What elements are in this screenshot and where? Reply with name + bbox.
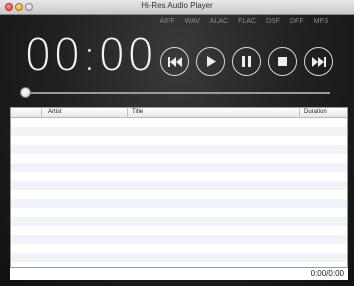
table-row[interactable]	[11, 154, 347, 163]
column-divider	[127, 108, 128, 117]
stop-icon	[278, 57, 287, 66]
format-flac: FLAC	[238, 18, 256, 25]
table-row[interactable]	[11, 136, 347, 145]
column-divider	[299, 108, 300, 117]
next-button[interactable]	[304, 47, 333, 76]
format-mp3: MP3	[313, 18, 328, 25]
skip-back-icon	[167, 56, 182, 67]
previous-button[interactable]	[160, 47, 189, 76]
title-bar: Hi-Res Audio Player	[0, 0, 354, 15]
pause-icon	[242, 56, 251, 67]
track-list	[11, 118, 347, 267]
table-row[interactable]	[11, 118, 347, 127]
transport-controls	[160, 47, 333, 76]
stop-button[interactable]	[268, 47, 297, 76]
format-dsf: DSF	[265, 18, 280, 25]
table-row[interactable]	[11, 190, 347, 199]
format-wav: WAV	[184, 18, 200, 25]
table-row[interactable]	[11, 208, 347, 217]
play-icon	[206, 56, 216, 67]
seek-slider-knob[interactable]	[20, 87, 31, 98]
table-row[interactable]	[11, 244, 347, 253]
column-header-duration[interactable]: Duration	[304, 109, 327, 115]
table-row[interactable]	[11, 163, 347, 172]
format-aiff: AIFF	[159, 18, 175, 25]
window-title: Hi-Res Audio Player	[141, 1, 213, 10]
table-row[interactable]	[11, 172, 347, 181]
format-alac: ALAC	[209, 18, 229, 25]
time-display: 00:00	[24, 30, 156, 81]
column-header-artist[interactable]: Artist	[48, 109, 62, 115]
seek-slider-track[interactable]	[25, 92, 330, 94]
format-list: AIFF WAV ALAC FLAC DSF DFF MP3	[159, 18, 328, 25]
skip-forward-icon	[311, 56, 326, 67]
table-row[interactable]	[11, 199, 347, 208]
column-divider	[41, 108, 42, 117]
table-row[interactable]	[11, 127, 347, 136]
table-row[interactable]	[11, 235, 347, 244]
column-header-title[interactable]: Title	[132, 109, 143, 115]
pause-button[interactable]	[232, 47, 261, 76]
table-row[interactable]	[11, 217, 347, 226]
table-row[interactable]	[11, 226, 347, 235]
track-table: Artist Title Duration	[10, 107, 348, 268]
status-bar: 0:00/0:00	[10, 268, 348, 280]
table-row[interactable]	[11, 145, 347, 154]
table-header: Artist Title Duration	[11, 108, 347, 118]
table-row[interactable]	[11, 181, 347, 190]
format-dff: DFF	[289, 18, 304, 25]
total-time-readout: 0:00/0:00	[310, 269, 344, 278]
player-window: Hi-Res Audio Player AIFF WAV ALAC FLAC D…	[0, 0, 354, 286]
play-button[interactable]	[196, 47, 225, 76]
table-row[interactable]	[11, 253, 347, 262]
